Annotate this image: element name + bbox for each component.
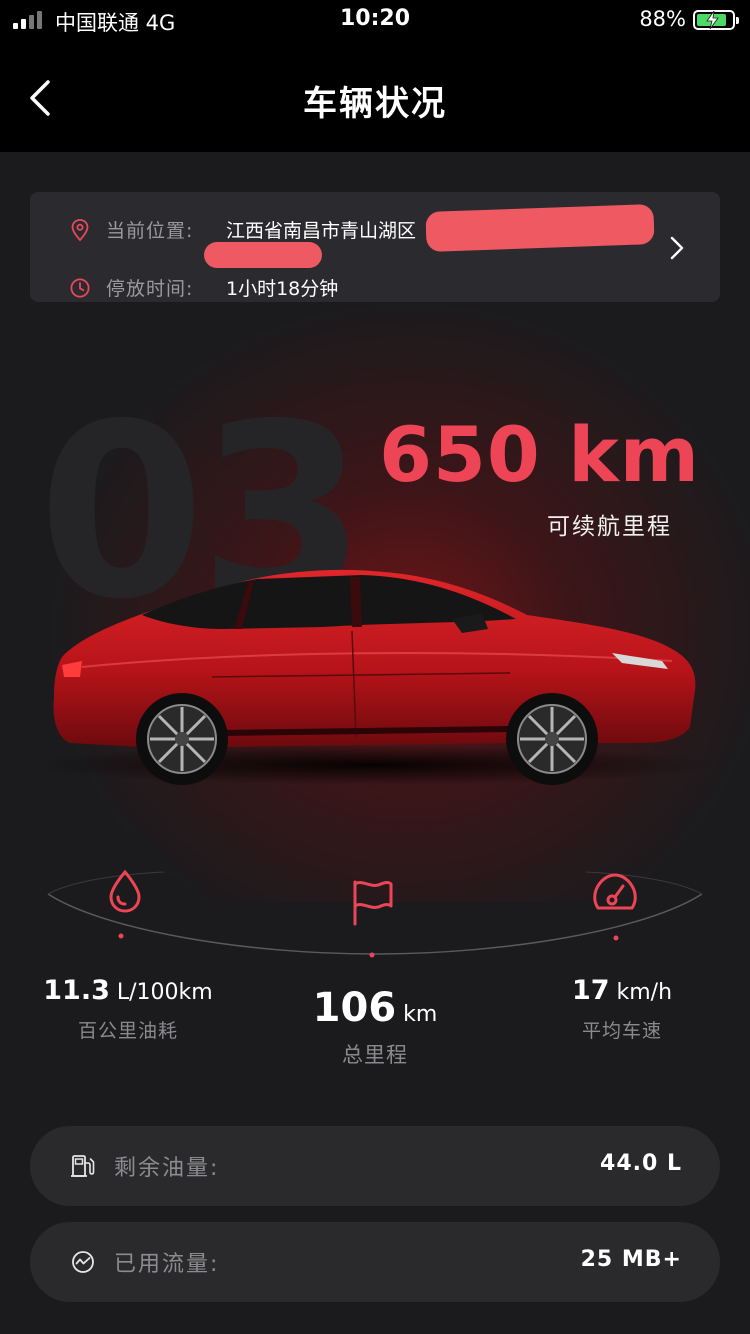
total-mileage-stat: 106 km 总里程	[275, 985, 475, 1069]
avg-speed-value: 17	[571, 975, 610, 1006]
charging-bolt-icon	[706, 11, 719, 29]
redaction-mark	[425, 204, 655, 252]
range-value: 650 km	[379, 410, 700, 499]
remaining-fuel-value: 44.0 L	[600, 1151, 682, 1176]
drop-icon	[109, 869, 141, 913]
range-display: 650 km	[379, 410, 700, 499]
data-usage-row: 已用流量: 25 MB+	[30, 1222, 720, 1302]
avg-speed-unit: km/h	[609, 980, 673, 1005]
fuel-consumption-label: 百公里油耗	[77, 1020, 178, 1042]
fuel-pump-icon	[71, 1155, 95, 1177]
parking-time-row: 停放时间: 1小时18分钟	[68, 274, 338, 301]
location-pin-icon	[71, 218, 89, 241]
status-bar: 中国联通 4G 10:20 88%	[0, 0, 750, 40]
nav-bar: 车辆状况	[0, 40, 750, 152]
battery-percent: 88%	[639, 7, 686, 31]
location-label: 当前位置:	[106, 220, 194, 242]
fuel-consumption-unit: L/100km	[109, 980, 213, 1005]
total-mileage-value: 106	[312, 985, 397, 1031]
rear-wheel	[136, 693, 228, 785]
data-usage-icon	[72, 1251, 94, 1273]
parking-time-label: 停放时间:	[106, 278, 194, 300]
car-image	[27, 569, 712, 785]
total-mileage-unit: km	[396, 1002, 438, 1027]
speedometer-icon	[593, 873, 637, 910]
remaining-fuel-label: 剩余油量:	[114, 1156, 220, 1181]
vehicle-hero: 03 650 km 可续航里程	[0, 302, 750, 902]
location-card[interactable]: 当前位置: 江西省南昌市青山湖区 停放时间: 1小时18分钟	[30, 192, 720, 302]
avg-speed-stat: 17 km/h 平均车速	[522, 975, 722, 1043]
remaining-fuel-row: 剩余油量: 44.0 L	[30, 1126, 720, 1206]
fuel-consumption-stat: 11.3 L/100km 百公里油耗	[28, 975, 228, 1043]
total-mileage-label: 总里程	[342, 1043, 408, 1067]
data-usage-value: 25 MB+	[580, 1247, 682, 1272]
clock-time: 10:20	[339, 6, 411, 31]
flag-icon	[353, 880, 393, 926]
location-row: 当前位置: 江西省南昌市青山湖区	[68, 216, 416, 243]
location-value: 江西省南昌市青山湖区	[226, 220, 417, 242]
chevron-right-icon	[670, 236, 684, 260]
fuel-consumption-value: 11.3	[43, 975, 110, 1006]
front-wheel	[506, 693, 598, 785]
redaction-mark	[204, 242, 322, 268]
parking-time-value: 1小时18分钟	[226, 278, 339, 300]
avg-speed-label: 平均车速	[581, 1020, 662, 1042]
page-title: 车辆状况	[303, 84, 447, 124]
battery-icon	[693, 10, 739, 30]
data-usage-label: 已用流量:	[114, 1252, 220, 1277]
clock-icon	[70, 277, 90, 298]
range-label: 可续航里程	[547, 514, 672, 540]
